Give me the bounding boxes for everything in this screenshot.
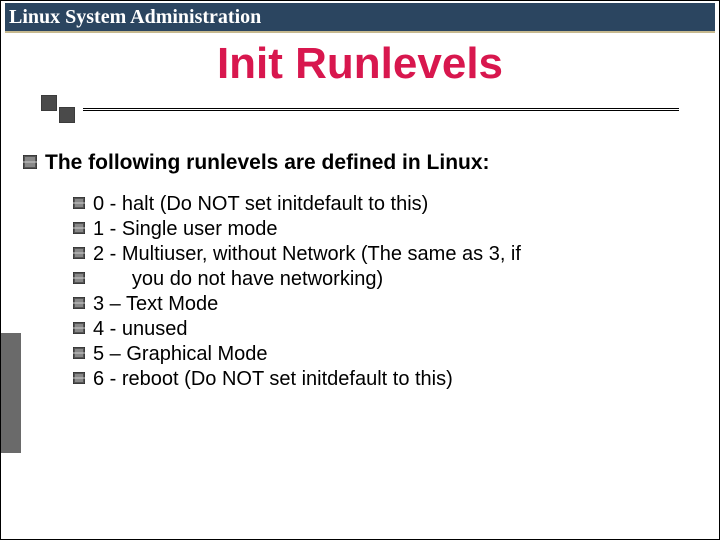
list-item: 6 - reboot (Do NOT set initdefault to th… [73, 368, 683, 391]
intro-text: The following runlevels are defined in L… [45, 151, 490, 175]
list-item-label: 1 - Single user mode [93, 218, 278, 241]
list-item-label: 6 - reboot (Do NOT set initdefault to th… [93, 368, 453, 391]
runlevel-list: 0 - halt (Do NOT set initdefault to this… [73, 193, 683, 391]
list-item-label: 2 - Multiuser, without Network (The same… [93, 243, 521, 266]
bullet-icon [73, 322, 85, 334]
bullet-icon [73, 222, 85, 234]
divider-line [83, 108, 679, 111]
list-item: you do not have networking) [73, 268, 683, 291]
list-item-label: 3 – Text Mode [93, 293, 218, 316]
bullet-icon [73, 197, 85, 209]
list-item: 1 - Single user mode [73, 218, 683, 241]
bullet-icon [73, 372, 85, 384]
bullet-icon [73, 347, 85, 359]
title-divider [41, 101, 679, 117]
slide-body: The following runlevels are defined in L… [23, 151, 683, 393]
list-item-label: you do not have networking) [93, 268, 383, 291]
bullet-icon [73, 272, 85, 284]
bullet-icon [73, 297, 85, 309]
list-item: 5 – Graphical Mode [73, 343, 683, 366]
slide-title: Init Runlevels [1, 39, 719, 89]
list-item-label: 0 - halt (Do NOT set initdefault to this… [93, 193, 428, 216]
list-item: 3 – Text Mode [73, 293, 683, 316]
list-item: 0 - halt (Do NOT set initdefault to this… [73, 193, 683, 216]
header-bar: Linux System Administration [5, 3, 715, 32]
bullet-icon [73, 247, 85, 259]
header-underline [5, 31, 715, 33]
list-item-label: 5 – Graphical Mode [93, 343, 268, 366]
header-title: Linux System Administration [9, 6, 261, 29]
intro-line: The following runlevels are defined in L… [23, 151, 683, 175]
list-item: 4 - unused [73, 318, 683, 341]
list-item: 2 - Multiuser, without Network (The same… [73, 243, 683, 266]
list-item-label: 4 - unused [93, 318, 188, 341]
bullet-icon [23, 155, 37, 169]
decorative-squares-icon [41, 101, 75, 117]
left-edge-tab [1, 333, 21, 453]
slide: Linux System Administration Init Runleve… [0, 0, 720, 540]
